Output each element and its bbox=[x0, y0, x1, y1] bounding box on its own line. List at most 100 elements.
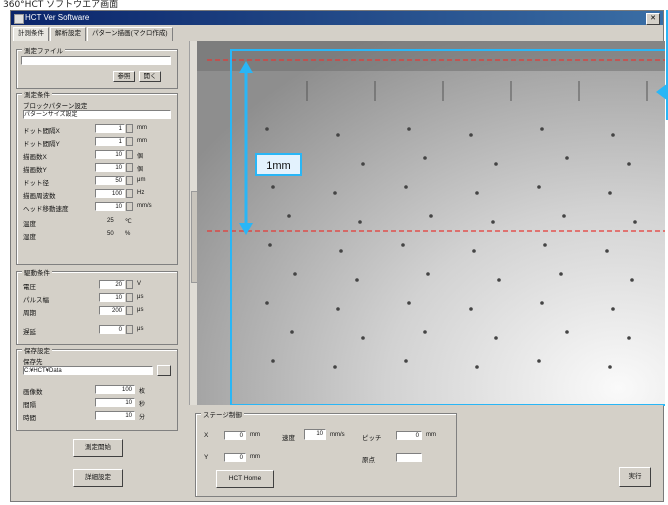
ink-dot bbox=[336, 307, 340, 311]
ink-dot bbox=[608, 365, 612, 369]
save-browse-button[interactable] bbox=[157, 365, 171, 376]
save-input-0[interactable]: 100 bbox=[95, 385, 135, 394]
ink-dot bbox=[537, 359, 541, 363]
ink-dot bbox=[540, 127, 544, 131]
x-input[interactable]: 0 bbox=[224, 431, 246, 440]
ink-dot bbox=[426, 272, 430, 276]
stage-group: ステージ制御 X 0 mm 速度 10 mm/s ピッチ 0 mm Y 0 mm… bbox=[195, 409, 457, 497]
cond-spin-6[interactable] bbox=[126, 202, 133, 211]
drive-input-1[interactable]: 10 bbox=[99, 293, 125, 302]
save-label-0: 画像数 bbox=[23, 389, 43, 396]
scale-label: 1mm bbox=[266, 160, 290, 172]
app-window: HCT Ver Software ✕ 計測条件 解析設定 パターン描画(マクロ作… bbox=[10, 10, 665, 502]
browse-button[interactable]: 参照 bbox=[113, 71, 135, 82]
cond-spin-2[interactable] bbox=[126, 150, 133, 159]
pitch-unit: mm bbox=[426, 432, 436, 438]
hct-home-button[interactable]: HCT Home bbox=[216, 470, 274, 488]
save-path-input[interactable]: C:¥HCT¥Data bbox=[23, 366, 153, 375]
ink-dot bbox=[290, 330, 294, 334]
pattern-size-select[interactable]: パターンサイズ設定 bbox=[23, 110, 171, 119]
drive-input-0[interactable]: 20 bbox=[99, 280, 125, 289]
save-input-2[interactable]: 10 bbox=[95, 411, 135, 420]
ink-dot bbox=[358, 220, 362, 224]
cond-unit-2: 個 bbox=[137, 154, 144, 160]
page-caption: 360°HCT ソフトウエア画面 bbox=[3, 0, 119, 10]
cond-spin-0[interactable] bbox=[126, 124, 133, 133]
cond-input-0[interactable]: 1 bbox=[95, 124, 125, 133]
save-group: 保存設定 保存先 C:¥HCT¥Data 画像数 100 枚 間隔 10 秒 時… bbox=[16, 345, 178, 431]
ink-dot bbox=[361, 336, 365, 340]
tab-analysis[interactable]: 解析設定 bbox=[50, 27, 86, 41]
title-bar: HCT Ver Software ✕ bbox=[11, 11, 663, 25]
ink-dot bbox=[333, 191, 337, 195]
drive-unit-3: μs bbox=[137, 326, 144, 332]
drive-label-2: 周期 bbox=[23, 310, 36, 317]
cond-spin-3[interactable] bbox=[126, 163, 133, 172]
cond-label-0: ドット間隔X bbox=[23, 128, 60, 135]
file-group: 測定ファイル 参照 開く bbox=[16, 45, 178, 89]
save-unit-1: 秒 bbox=[139, 402, 146, 408]
cond-spin-4[interactable] bbox=[126, 176, 133, 185]
y-input[interactable]: 0 bbox=[224, 453, 246, 462]
detail-settings-button[interactable]: 詳細設定 bbox=[73, 469, 123, 487]
y-label: Y bbox=[204, 454, 209, 461]
ink-dot bbox=[608, 191, 612, 195]
ink-dot bbox=[540, 301, 544, 305]
cond-label-2: 描画数X bbox=[23, 154, 47, 161]
save-group-label: 保存設定 bbox=[22, 345, 52, 355]
nozzle-band bbox=[197, 41, 665, 71]
drive-group: 駆動条件 電圧 20 V パルス幅 10 μs 周期 200 μs 遅延 0 μ… bbox=[16, 267, 178, 345]
origin-input[interactable] bbox=[396, 453, 422, 462]
ink-dot bbox=[469, 307, 473, 311]
start-measure-button[interactable]: 測定開始 bbox=[73, 439, 123, 457]
ink-dot bbox=[627, 336, 631, 340]
ink-dot bbox=[611, 307, 615, 311]
ink-dot bbox=[475, 191, 479, 195]
cond-input-1[interactable]: 1 bbox=[95, 137, 125, 146]
ink-dot bbox=[336, 133, 340, 137]
drive-unit-0: V bbox=[137, 281, 142, 287]
save-input-1[interactable]: 10 bbox=[95, 398, 135, 407]
tab-pattern[interactable]: パターン描画(マクロ作成) bbox=[87, 27, 173, 41]
speed-input[interactable]: 10 bbox=[304, 429, 326, 440]
drive-group-label: 駆動条件 bbox=[22, 267, 52, 277]
drive-spin-1[interactable] bbox=[126, 293, 133, 302]
cond-unit-7: ℃ bbox=[125, 219, 132, 225]
bottom-panel: ステージ制御 X 0 mm 速度 10 mm/s ピッチ 0 mm Y 0 mm… bbox=[189, 405, 663, 501]
cond-spin-1[interactable] bbox=[126, 137, 133, 146]
cond-label-3: 描画数Y bbox=[23, 167, 47, 174]
ink-dot bbox=[265, 127, 269, 131]
cond-unit-8: % bbox=[125, 231, 131, 237]
cond-spin-5[interactable] bbox=[126, 189, 133, 198]
drive-spin-2[interactable] bbox=[126, 306, 133, 315]
cond-input-2[interactable]: 10 bbox=[95, 150, 125, 159]
speed-unit: mm/s bbox=[330, 432, 345, 438]
cond-input-5[interactable]: 100 bbox=[95, 189, 125, 198]
file-group-label: 測定ファイル bbox=[22, 45, 65, 55]
drive-spin-3[interactable] bbox=[126, 325, 133, 334]
tab-strip: 計測条件 解析設定 パターン描画(マクロ作成) bbox=[13, 27, 174, 41]
cond-input-6[interactable]: 10 bbox=[95, 202, 125, 211]
pitch-input[interactable]: 0 bbox=[396, 431, 422, 440]
ink-dot bbox=[543, 243, 547, 247]
execute-button[interactable]: 実行 bbox=[619, 467, 651, 487]
cond-unit-6: mm/s bbox=[137, 203, 152, 209]
cond-input-4[interactable]: 50 bbox=[95, 176, 125, 185]
file-path-input[interactable] bbox=[21, 56, 171, 65]
ink-dot bbox=[494, 336, 498, 340]
ink-dot bbox=[407, 301, 411, 305]
drive-input-2[interactable]: 200 bbox=[99, 306, 125, 315]
cond-value-7: 25 bbox=[107, 218, 114, 224]
drive-spin-0[interactable] bbox=[126, 280, 133, 289]
save-dest-label: 保存先 bbox=[23, 359, 43, 366]
tab-conditions[interactable]: 計測条件 bbox=[13, 27, 49, 41]
x-unit: mm bbox=[250, 432, 260, 438]
drive-input-3[interactable]: 0 bbox=[99, 325, 125, 334]
open-button[interactable]: 開く bbox=[139, 71, 161, 82]
speed-label: 速度 bbox=[282, 435, 295, 442]
ink-dot bbox=[475, 365, 479, 369]
cond-input-3[interactable]: 10 bbox=[95, 163, 125, 172]
ink-dot bbox=[265, 301, 269, 305]
drive-label-3: 遅延 bbox=[23, 329, 36, 336]
ink-dot bbox=[633, 220, 637, 224]
